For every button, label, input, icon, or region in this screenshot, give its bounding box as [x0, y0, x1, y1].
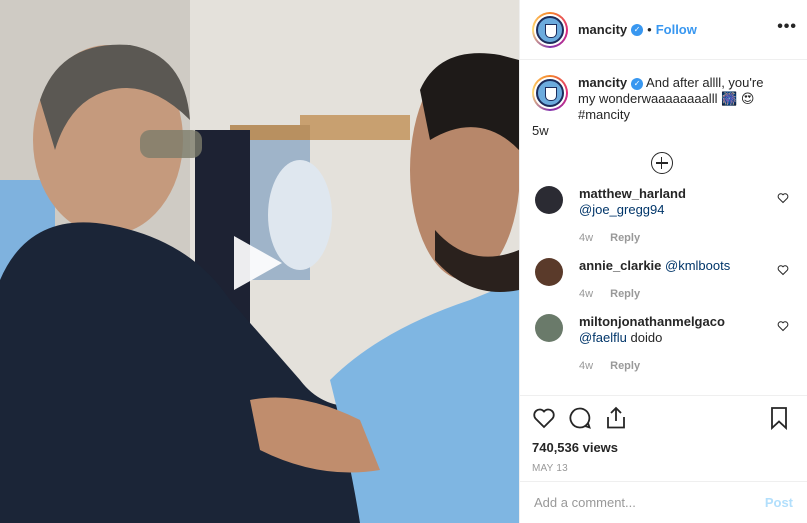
like-heart-icon[interactable]: [532, 406, 556, 430]
follow-button[interactable]: Follow: [656, 22, 697, 37]
comment-username[interactable]: annie_clarkie: [579, 258, 661, 273]
add-comment-bar: Post: [520, 481, 807, 523]
caption-time: 5w: [532, 123, 549, 138]
separator-dot: •: [647, 22, 652, 37]
post-date: MAY 13: [532, 463, 568, 474]
club-crest-icon: [536, 79, 564, 107]
account-avatar[interactable]: [532, 11, 568, 48]
caption-username[interactable]: mancity: [578, 75, 627, 90]
comment-username[interactable]: miltonjonathanmelgaco: [579, 314, 725, 329]
comment-time: 4w: [579, 360, 594, 372]
caption-avatar[interactable]: [532, 75, 568, 111]
add-comment-input[interactable]: [534, 495, 765, 510]
account-username[interactable]: mancity: [578, 22, 627, 37]
club-crest-icon: [536, 15, 564, 44]
comments-list[interactable]: mancity ✓ And after allll, you're my wond…: [520, 61, 807, 394]
like-comment-heart-icon[interactable]: [777, 320, 789, 332]
verified-badge-icon: ✓: [631, 23, 644, 36]
post-comment-button[interactable]: Post: [765, 495, 793, 510]
reply-button[interactable]: Reply: [610, 232, 640, 244]
plus-circle-icon[interactable]: [650, 152, 673, 174]
post-video[interactable]: [0, 0, 519, 523]
view-count[interactable]: 740,536 views: [532, 440, 795, 455]
comment-mention[interactable]: @kmlboots: [665, 258, 730, 273]
reply-button[interactable]: Reply: [610, 360, 640, 372]
post-caption: mancity ✓ And after allll, you're my wond…: [532, 75, 791, 123]
comment-item: matthew_harland @joe_gregg94 4w Reply: [532, 186, 791, 246]
bookmark-icon[interactable]: [767, 406, 791, 431]
comment-username[interactable]: matthew_harland: [579, 186, 686, 201]
commenter-avatar[interactable]: [535, 314, 563, 342]
commenter-avatar[interactable]: [535, 258, 563, 286]
instagram-post: mancity ✓ • Follow ••• mancity ✓ And afte…: [0, 0, 807, 523]
commenter-avatar[interactable]: [535, 186, 563, 214]
verified-badge-icon: ✓: [631, 77, 644, 90]
reply-button[interactable]: Reply: [610, 288, 640, 300]
comment-item: annie_clarkie @kmlboots 4w Reply: [532, 258, 791, 302]
play-button[interactable]: [226, 232, 288, 294]
comment-mention[interactable]: @faelflu: [579, 330, 627, 345]
like-comment-heart-icon[interactable]: [777, 264, 789, 276]
share-icon[interactable]: [604, 406, 628, 430]
comment-bubble-icon[interactable]: [568, 406, 592, 430]
post-actions: 740,536 views MAY 13: [520, 395, 807, 474]
comment-time: 4w: [579, 288, 594, 300]
post-sidebar: mancity ✓ • Follow ••• mancity ✓ And afte…: [519, 0, 807, 523]
more-options-icon[interactable]: •••: [777, 18, 797, 36]
comment-item: miltonjonathanmelgaco @faelflu doido 4w …: [532, 314, 791, 374]
load-more-comments: [532, 152, 791, 174]
comment-text: doido: [630, 330, 663, 345]
comment-time: 4w: [579, 232, 594, 244]
like-comment-heart-icon[interactable]: [777, 192, 789, 204]
post-header: mancity ✓ • Follow •••: [520, 0, 807, 60]
comment-mention[interactable]: @joe_gregg94: [579, 202, 664, 217]
